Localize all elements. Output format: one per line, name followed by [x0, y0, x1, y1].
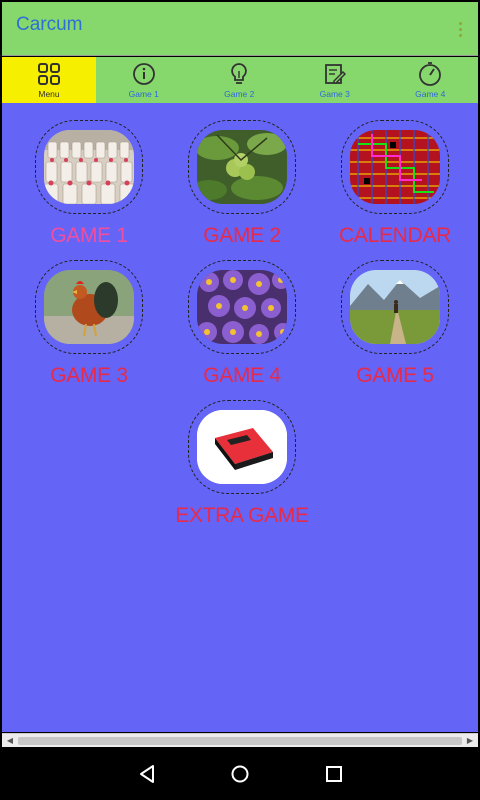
tile-frame	[188, 120, 296, 214]
colorful-grid-pattern	[350, 130, 440, 204]
horizontal-scrollbar[interactable]: ◀ ▶	[2, 733, 478, 747]
tab-bar: Menu Game 1 Game 2 Game 3 Game 4	[2, 57, 478, 103]
game-1-tile[interactable]: GAME 1	[14, 120, 164, 248]
tile-label: GAME 5	[356, 364, 434, 387]
tile-frame	[35, 120, 143, 214]
rooster-photo	[44, 270, 134, 344]
tab-menu[interactable]: Menu	[2, 57, 96, 103]
tab-game-4[interactable]: Game 4	[383, 57, 479, 103]
game-5-tile[interactable]: GAME 5	[320, 260, 470, 388]
tile-label: GAME 1	[50, 224, 128, 247]
tile-frame	[188, 260, 296, 354]
device-screen: Carcum Menu Game 1 Game 2 Game 3 Game 4 …	[0, 0, 480, 800]
scroll-right-icon[interactable]: ▶	[465, 736, 475, 746]
game-4-tile[interactable]: GAME 4	[167, 260, 317, 388]
scroll-left-icon[interactable]: ◀	[5, 736, 15, 746]
menu-grid: GAME 1 GAME 2 CALENDAR GAME 3 GAME 4 GAM…	[2, 103, 478, 732]
tab-game-2[interactable]: Game 2	[192, 57, 288, 103]
edit-note-icon	[324, 64, 346, 84]
wedding-chairs-photo	[44, 130, 134, 204]
info-icon	[132, 63, 155, 85]
app-title: Carcum	[16, 14, 83, 35]
lightbulb-icon	[231, 63, 248, 84]
tile-label: CALENDAR	[339, 224, 451, 247]
overflow-menu-icon[interactable]	[450, 16, 470, 42]
tile-frame	[35, 260, 143, 354]
calendar-tile[interactable]: CALENDAR	[320, 120, 470, 248]
tab-label: Game 3	[319, 89, 350, 99]
tile-label: GAME 4	[203, 364, 281, 387]
tab-label: Game 1	[128, 89, 159, 99]
tile-label: GAME 2	[203, 224, 281, 247]
tab-game-3[interactable]: Game 3	[287, 57, 383, 103]
mountain-trail-photo	[350, 270, 440, 344]
tile-label: EXTRA GAME	[175, 504, 309, 527]
app-bar: Carcum	[2, 2, 478, 56]
tab-label: Game 2	[224, 89, 255, 99]
purple-daisies-photo	[197, 270, 287, 344]
recents-icon[interactable]	[320, 760, 348, 788]
tab-label: Game 4	[415, 89, 446, 99]
system-nav-bar	[0, 748, 480, 800]
tile-frame	[341, 260, 449, 354]
tile-label: GAME 3	[50, 364, 128, 387]
scrollbar-thumb[interactable]	[18, 737, 462, 745]
game-2-tile[interactable]: GAME 2	[167, 120, 317, 248]
tile-frame	[341, 120, 449, 214]
red-game-cartridge-icon	[197, 410, 287, 484]
home-icon[interactable]	[226, 760, 254, 788]
timer-icon	[419, 62, 442, 86]
back-icon[interactable]	[133, 760, 161, 788]
grid-icon	[38, 63, 60, 85]
tab-label: Menu	[38, 89, 60, 99]
game-3-tile[interactable]: GAME 3	[14, 260, 164, 388]
tab-game-1[interactable]: Game 1	[96, 57, 192, 103]
extra-game-tile[interactable]: EXTRA GAME	[167, 400, 317, 528]
tile-frame	[188, 400, 296, 494]
green-fruit-leaves-photo	[197, 130, 287, 204]
